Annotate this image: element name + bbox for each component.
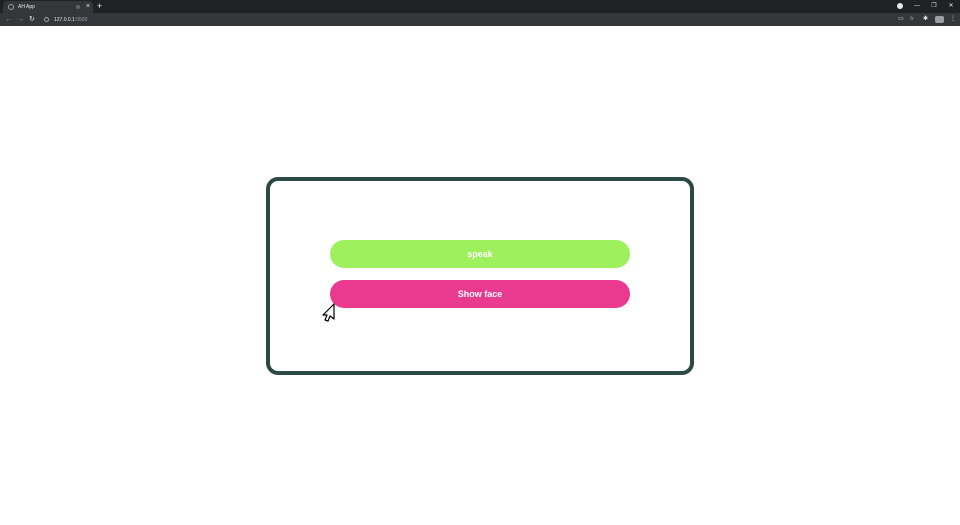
cast-icon[interactable]: ▭	[898, 13, 904, 26]
maximize-icon[interactable]: ❐	[927, 0, 941, 12]
new-tab-icon[interactable]: +	[97, 0, 102, 13]
tab-close-icon[interactable]: ×	[86, 1, 90, 13]
globe-icon	[8, 4, 14, 10]
minimize-icon[interactable]: —	[910, 0, 924, 12]
extensions-icon[interactable]: ✱	[923, 13, 928, 26]
tab-title: AH App	[18, 4, 35, 10]
browser-tab[interactable]: AH App ×	[3, 1, 93, 13]
url-host: 127.0.0.1	[54, 16, 75, 23]
address-bar[interactable]: 127.0.0.1:5500	[40, 15, 890, 24]
window-close-icon[interactable]: ✕	[944, 0, 958, 12]
profile-icon[interactable]	[897, 3, 903, 9]
show-face-button[interactable]: Show face	[330, 280, 630, 308]
info-icon[interactable]	[44, 17, 49, 22]
browser-tab-bar: AH App × + — ❐ ✕	[0, 0, 960, 13]
browser-toolbar: ← → ↻ 127.0.0.1:5500 ▭ ☆ ✱ ⋮	[0, 13, 960, 26]
back-icon[interactable]: ←	[5, 13, 12, 26]
reload-icon[interactable]: ↻	[29, 13, 35, 26]
menu-icon[interactable]: ⋮	[950, 13, 956, 26]
bookmark-star-icon[interactable]: ☆	[909, 13, 914, 26]
mouse-pointer-icon	[322, 303, 335, 322]
main-card	[266, 177, 694, 375]
extension-badge-icon[interactable]	[935, 16, 944, 23]
speak-button[interactable]: speak	[330, 240, 630, 268]
forward-icon[interactable]: →	[17, 13, 24, 26]
url-port: :5500	[74, 16, 88, 23]
tab-audio-dot-icon	[76, 5, 80, 9]
